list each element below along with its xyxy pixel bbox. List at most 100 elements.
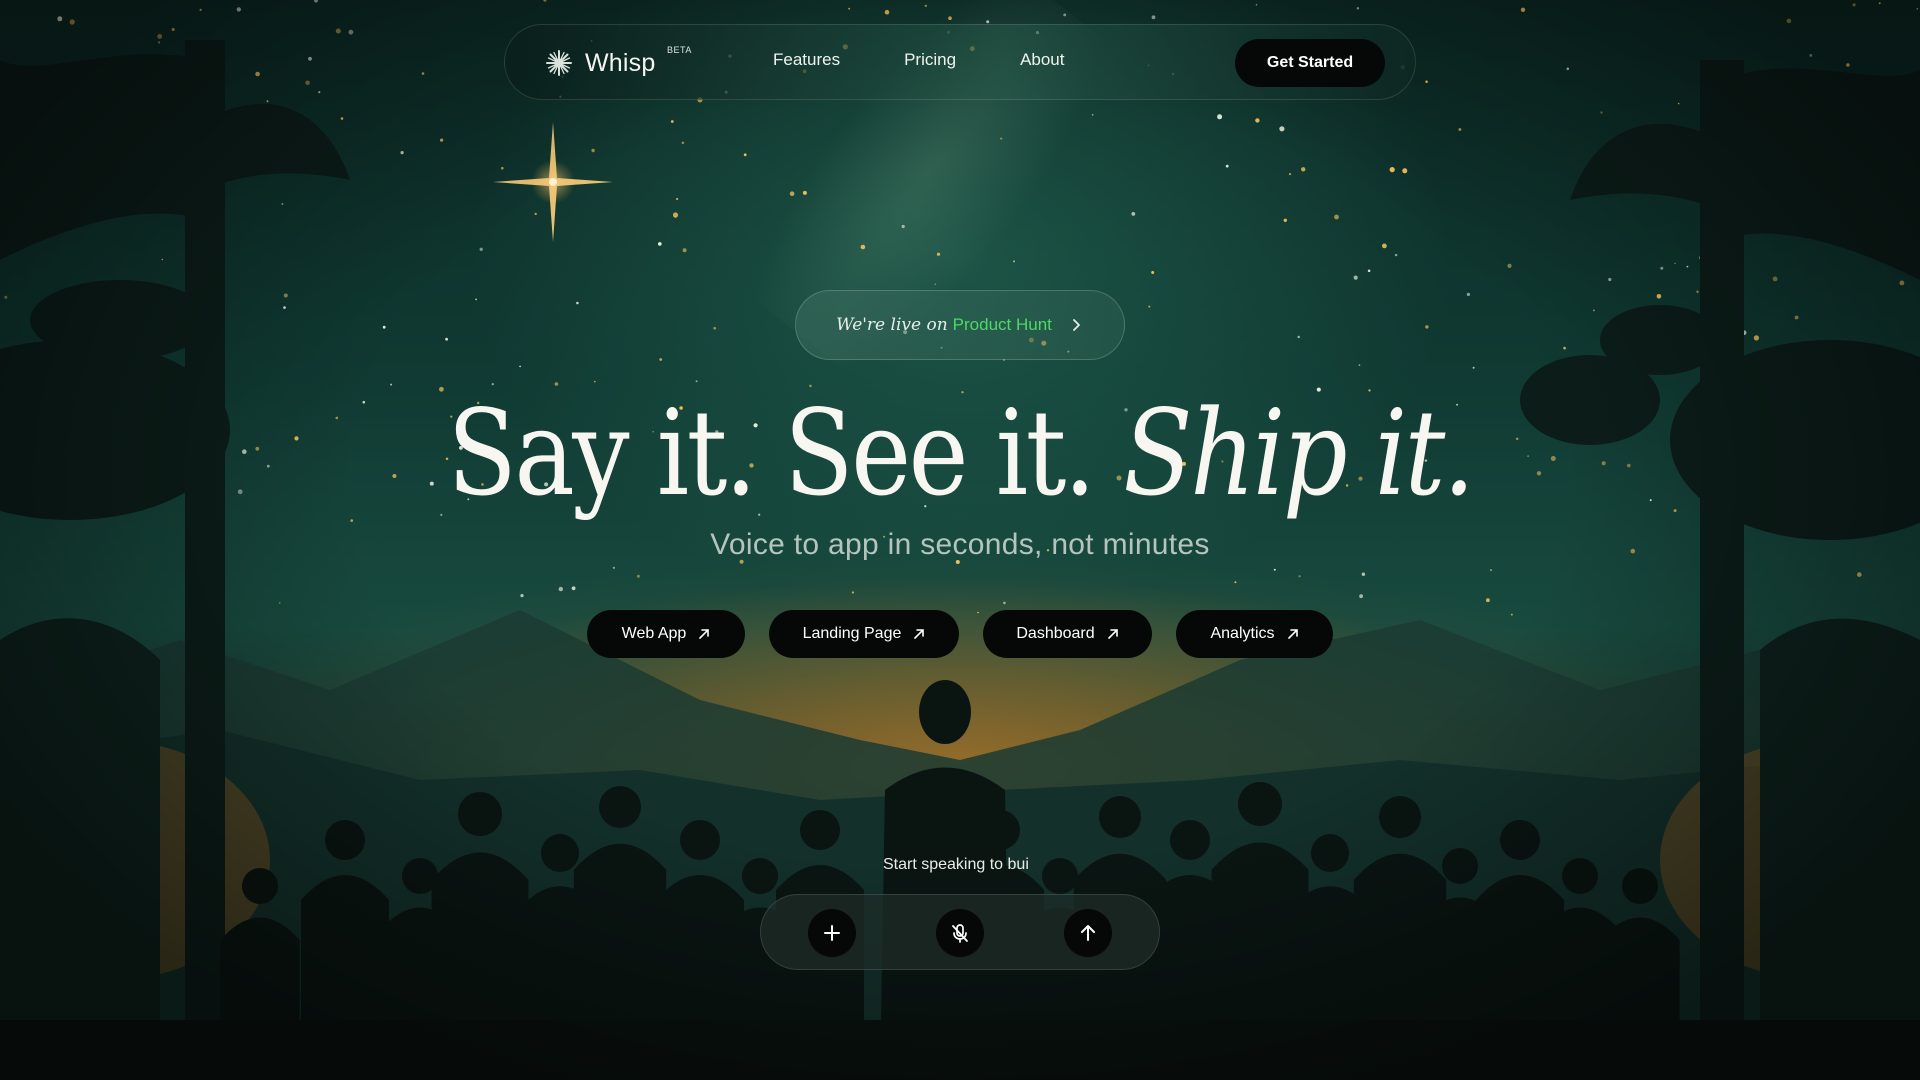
chip-label: Web App [621,625,687,642]
star [161,258,164,261]
star [1301,167,1306,172]
star [1255,4,1258,6]
star [157,34,163,39]
star [1878,2,1881,5]
arrow-up-right-icon [699,629,710,639]
star [851,591,855,594]
nav-link-features[interactable]: Features [773,50,840,70]
star [4,295,8,299]
star [519,365,521,368]
product-hunt-banner[interactable]: We're live on Product Hunt [795,290,1125,360]
person-head [742,858,778,894]
star [390,383,393,386]
star [1852,3,1856,7]
analytics-button[interactable]: Analytics [1176,610,1333,658]
add-button[interactable] [808,909,856,957]
star [1297,335,1300,339]
star [682,248,687,253]
star [382,325,386,329]
star [1660,266,1664,270]
announce-highlight: Product Hunt [952,315,1052,334]
person-head [1500,820,1540,860]
person-head [325,820,365,860]
star [475,298,477,301]
star [445,337,448,341]
central-figure-head [919,680,971,744]
web-app-button[interactable]: Web App [587,610,745,658]
star [986,20,990,24]
star [1279,126,1285,132]
star [1677,102,1680,105]
star [318,91,321,94]
mute-mic-button[interactable] [936,909,984,957]
arrow-up-icon [1081,925,1095,941]
star [860,244,866,250]
star [520,594,524,598]
star [672,212,679,218]
star [789,191,795,196]
arrow-up-right-icon [1287,629,1298,639]
person-head [1170,820,1210,860]
star [1472,366,1475,369]
star [558,586,563,592]
brand[interactable]: Whisp BETA [545,45,691,81]
person-head [1562,858,1598,894]
star [576,301,579,305]
star [659,358,663,361]
star [199,8,202,11]
star [1686,265,1689,268]
star [543,0,547,2]
star [713,326,716,330]
chip-label: Landing Page [802,625,902,642]
arrow-up-right-icon [1107,629,1118,639]
star [802,190,807,195]
star [681,141,685,145]
star [1359,594,1363,599]
nav-link-pricing[interactable]: Pricing [904,50,956,70]
star [612,566,616,569]
dashboard-button[interactable]: Dashboard [983,610,1152,658]
star [236,7,241,12]
star [1000,137,1003,140]
star [335,28,341,34]
person-head [680,820,720,860]
star [1794,315,1799,320]
plus-icon [824,925,840,941]
star [283,306,286,309]
star [171,28,175,31]
star [593,380,596,383]
star [1063,13,1067,17]
hero-scene: Whisp BETA Features Pricing About Get St… [0,0,1920,1080]
mic-off-icon [952,924,968,943]
star [278,602,281,604]
person-head [1238,782,1282,826]
nav-link-about[interactable]: About [1020,50,1064,70]
star [743,153,747,157]
star [501,166,504,170]
star [901,224,905,229]
person-head [1099,796,1141,838]
star [308,56,312,61]
beta-badge: BETA [667,45,692,55]
star [1217,114,1223,120]
submit-button[interactable] [1064,909,1112,957]
star [695,380,698,383]
get-started-button[interactable]: Get Started [1235,39,1385,87]
star [1809,54,1813,57]
sparkle-icon [546,50,572,76]
chip-label: Dashboard [1016,625,1095,642]
star [1600,111,1603,114]
person-head [599,786,641,828]
star [884,9,890,15]
star [1592,309,1595,312]
star [281,203,284,205]
star [1255,118,1260,123]
person-head [1379,796,1421,838]
star [936,252,941,256]
nav-links: Features Pricing About [773,50,1065,70]
star [158,41,161,44]
star [1753,335,1759,341]
star [1857,572,1862,577]
landing-page-button[interactable]: Landing Page [769,610,959,658]
star [440,138,444,142]
